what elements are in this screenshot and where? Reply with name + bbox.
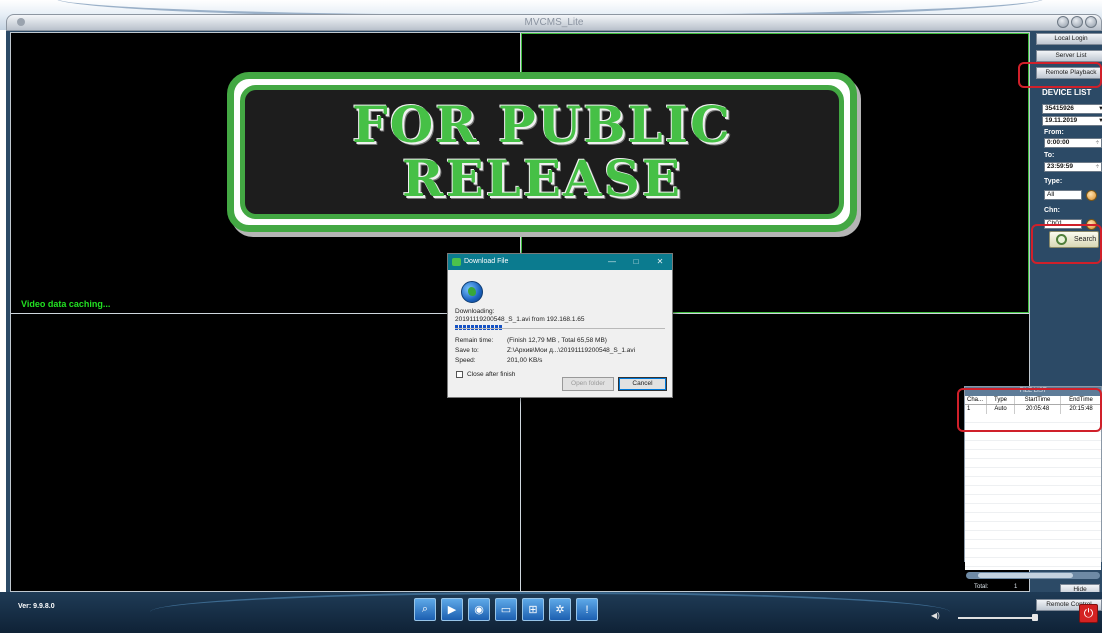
volume-slider[interactable] [958, 617, 1038, 619]
chevron-down-icon: ▼ [1098, 106, 1102, 112]
date-select[interactable]: 19.11.2019 ▼ [1042, 116, 1102, 126]
downloading-label: Downloading: [455, 308, 495, 315]
open-folder-button[interactable]: Open folder [562, 377, 614, 391]
highlight-search [1031, 224, 1102, 264]
playback-icon[interactable]: ▶ [441, 598, 463, 621]
spinner-icon[interactable]: ÷ [1096, 139, 1099, 147]
info-icon[interactable]: ! [576, 598, 598, 621]
dialog-controls: — □ ✕ [600, 254, 672, 270]
search-icon[interactable]: ⌕ [414, 598, 436, 621]
from-label: From: [1044, 129, 1064, 136]
version-label: Ver: 9.9.8.0 [18, 603, 55, 610]
maximize-icon[interactable]: □ [624, 254, 648, 270]
volume-slider-handle[interactable] [1032, 614, 1038, 621]
highlight-file-list-row [957, 388, 1102, 432]
minimize-window-button[interactable] [1057, 16, 1069, 28]
network-icon[interactable]: ⊞ [522, 598, 544, 621]
close-after-finish-label: Close after finish [467, 371, 516, 378]
device-select[interactable]: 35415926 ▼ [1042, 104, 1102, 114]
to-label: To: [1044, 152, 1055, 159]
save-to-label: Save to: [455, 347, 479, 354]
file-source-text: 20191119200548_S_1.avi from 192.168.1.65 [455, 316, 585, 323]
date-value: 19.11.2019 [1045, 117, 1078, 124]
maximize-window-button[interactable] [1071, 16, 1083, 28]
channel-label: Chn: [1044, 207, 1060, 214]
remain-time-label: Remain time: [455, 337, 494, 344]
settings-icon[interactable]: ✲ [549, 598, 571, 621]
close-window-button[interactable] [1085, 16, 1097, 28]
window-controls [1057, 16, 1097, 28]
remain-time-value: (Finish 12,79 MB , Total 65,58 MB) [507, 337, 607, 344]
type-value: All [1047, 191, 1055, 198]
dialog-separator [455, 328, 665, 329]
download-file-dialog: Download File — □ ✕ Downloading: 2019111… [447, 253, 673, 398]
speaker-icon[interactable]: ◀) [931, 611, 940, 620]
scrollbar-thumb[interactable] [978, 573, 1073, 578]
total-label: Total: [974, 584, 989, 590]
speed-label: Speed: [455, 357, 476, 364]
close-after-finish-checkbox[interactable] [456, 371, 463, 378]
to-time-value: 23:59:59 [1047, 163, 1074, 170]
file-list-grid [965, 414, 1101, 570]
type-select[interactable]: All [1044, 190, 1082, 200]
app-icon [452, 258, 461, 266]
close-icon[interactable]: ✕ [648, 254, 672, 270]
title-bar: MVCMS_Lite [6, 14, 1102, 31]
cancel-button[interactable]: Cancel [618, 377, 667, 391]
stamp-line-1: FOR PUBLIC [352, 95, 732, 154]
device-value: 35415926 [1045, 105, 1074, 112]
power-icon[interactable]: ⏻ [1079, 604, 1098, 623]
minimize-icon[interactable]: — [600, 254, 624, 270]
highlight-remote-playback [1018, 62, 1102, 88]
app-menu-icon[interactable] [17, 18, 25, 26]
window-title: MVCMS_Lite [524, 17, 584, 28]
spinner-icon[interactable]: ÷ [1096, 163, 1099, 171]
local-login-button[interactable]: Local Login [1036, 33, 1102, 45]
dialog-title-bar: Download File — □ ✕ [448, 254, 672, 270]
from-time-input[interactable]: 0:00:00 ÷ [1044, 138, 1102, 148]
globe-icon [461, 281, 483, 303]
dialog-title: Download File [464, 258, 509, 265]
public-release-stamp: FOR PUBLIC RELEASE [227, 72, 857, 232]
to-time-input[interactable]: 23:59:59 ÷ [1044, 162, 1102, 172]
type-dropdown-button[interactable] [1086, 190, 1097, 201]
device-list-heading: DEVICE LIST [1042, 88, 1092, 97]
chevron-down-icon: ▼ [1098, 118, 1102, 124]
server-list-button[interactable]: Server List [1036, 50, 1102, 62]
stamp-inner: FOR PUBLIC RELEASE [240, 85, 844, 219]
main-toolbar: ⌕ ▶ ◉ ▭ ⊞ ✲ ! [414, 598, 598, 621]
from-time-value: 0:00:00 [1047, 139, 1070, 146]
stamp-line-2: RELEASE [402, 149, 682, 208]
file-list-scrollbar[interactable] [966, 572, 1100, 579]
camera-icon[interactable]: ◉ [468, 598, 490, 621]
video-caching-status: Video data caching... [21, 299, 111, 309]
monitor-icon[interactable]: ▭ [495, 598, 517, 621]
save-to-value: Z:\Архив\Мои д...\20191119200548_S_1.avi [507, 347, 636, 354]
total-value: 1 [1014, 584, 1018, 590]
type-label: Type: [1044, 178, 1063, 185]
speed-value: 201,00 KB/s [507, 357, 543, 364]
